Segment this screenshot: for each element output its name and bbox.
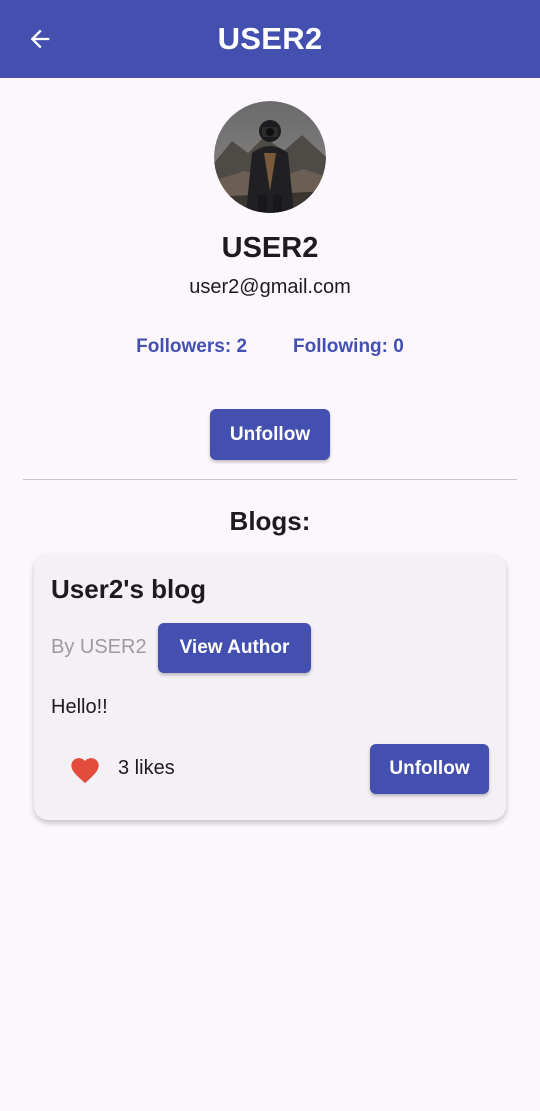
blog-title: User2's blog — [51, 574, 207, 604]
view-author-button[interactable]: View Author — [158, 623, 311, 673]
heart-icon[interactable] — [68, 754, 102, 784]
follow-stats: Followers: 2 Following: 0 — [0, 336, 540, 366]
divider — [23, 479, 517, 480]
followers-count[interactable]: Followers: 2 — [136, 336, 247, 366]
blog-author-byline: By USER2 — [51, 636, 147, 658]
following-count[interactable]: Following: 0 — [293, 336, 404, 366]
likes-count: 3 likes — [118, 757, 175, 779]
profile-photo — [214, 101, 326, 213]
unfollow-button[interactable]: Unfollow — [210, 409, 330, 460]
page-title: USER2 — [217, 21, 323, 56]
blog-unfollow-button[interactable]: Unfollow — [370, 744, 489, 794]
app-bar: USER2 — [0, 0, 540, 78]
blog-content: Hello!! — [51, 696, 108, 718]
blog-card: User2's blog By USER2 View Author Hello!… — [34, 554, 506, 820]
profile-email: user2@gmail.com — [189, 276, 351, 298]
blogs-heading: Blogs: — [229, 506, 311, 536]
arrow-left-icon — [30, 29, 50, 49]
back-button[interactable] — [20, 19, 60, 59]
avatar — [214, 101, 326, 213]
profile-name: USER2 — [221, 232, 319, 264]
